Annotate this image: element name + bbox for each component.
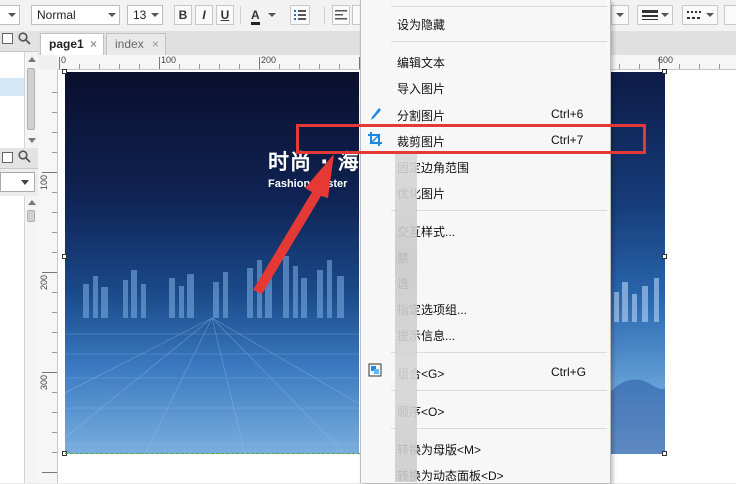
ruler-label: 200 xyxy=(261,55,277,65)
menu-item-edit-text[interactable]: 编辑文本 xyxy=(397,54,445,71)
annotation-arrow-icon xyxy=(253,154,334,294)
chevron-down-icon xyxy=(21,180,29,185)
bullet-list-button[interactable] xyxy=(290,5,310,25)
tab-label: page1 xyxy=(49,37,84,51)
menu-divider xyxy=(391,390,607,391)
style-dropdown[interactable] xyxy=(0,5,20,25)
menu-divider xyxy=(391,352,607,353)
search-icon[interactable] xyxy=(18,150,31,166)
menu-divider xyxy=(391,6,607,7)
toolbar-divider xyxy=(324,6,325,24)
resize-handle[interactable] xyxy=(62,254,67,259)
page-list-scrollbar[interactable] xyxy=(24,52,38,148)
font-color-button[interactable]: A xyxy=(246,5,280,25)
ruler-corner xyxy=(38,55,58,70)
menu-item-import-image[interactable]: 导入图片 xyxy=(397,80,445,97)
ruler-label: 200 xyxy=(39,274,49,290)
vertical-ruler: 100 200 300 xyxy=(38,69,58,483)
widget-list[interactable] xyxy=(0,196,24,483)
ruler-label: 600 xyxy=(658,55,674,65)
ruler-label: 100 xyxy=(39,174,49,190)
resize-handle[interactable] xyxy=(662,254,667,259)
page-list[interactable] xyxy=(0,52,24,148)
menu-divider xyxy=(391,210,607,211)
align-left-button[interactable] xyxy=(332,5,350,25)
group-icon xyxy=(368,363,382,380)
resize-handle[interactable] xyxy=(62,69,67,74)
menu-item-slice-image[interactable]: 分割图片 xyxy=(397,107,445,124)
shortcut-label: Ctrl+G xyxy=(551,365,587,379)
search-icon[interactable] xyxy=(18,32,31,48)
menu-divider xyxy=(391,41,607,42)
menu-item-hide[interactable]: 设为隐藏 xyxy=(397,16,445,33)
line-style-button[interactable] xyxy=(637,5,673,25)
context-menu: 设为隐藏 编辑文本 导入图片 分割图片 Ctrl+6 裁剪图片 Ctrl+7 固… xyxy=(360,0,611,483)
font-size-dropdown[interactable]: 13 xyxy=(127,5,163,25)
line-pattern-button[interactable] xyxy=(682,5,718,25)
toolbar-divider xyxy=(240,6,241,24)
dash-pattern-icon xyxy=(687,11,701,19)
redaction-blur xyxy=(395,152,417,482)
selected-page-row[interactable] xyxy=(0,78,24,96)
bold-button[interactable]: B xyxy=(174,5,192,25)
left-panel xyxy=(0,31,39,483)
add-library-icon[interactable] xyxy=(2,152,13,163)
ruler-label: 100 xyxy=(161,55,177,65)
add-page-icon[interactable] xyxy=(2,33,13,44)
close-icon[interactable]: × xyxy=(90,34,97,54)
font-style-value: Normal xyxy=(37,8,76,22)
italic-button[interactable]: I xyxy=(195,5,213,25)
tab-page1[interactable]: page1 × xyxy=(40,33,104,55)
more-button[interactable] xyxy=(724,5,736,25)
widgets-panel-header xyxy=(0,148,38,169)
line-style-icon xyxy=(642,10,658,20)
close-icon[interactable]: × xyxy=(152,34,159,54)
menu-divider xyxy=(391,428,607,429)
font-style-dropdown[interactable]: Normal xyxy=(31,5,120,25)
font-size-value: 13 xyxy=(133,8,147,22)
resize-handle[interactable] xyxy=(662,451,667,456)
tab-label: index xyxy=(115,37,144,51)
slice-image-icon xyxy=(370,107,382,124)
resize-handle[interactable] xyxy=(662,69,667,74)
ruler-label: 300 xyxy=(39,374,49,390)
tab-index[interactable]: index × xyxy=(106,33,166,55)
selection-border xyxy=(65,453,365,455)
underline-button[interactable]: U xyxy=(216,5,234,25)
widget-list-scrollbar[interactable] xyxy=(24,196,38,483)
library-dropdown[interactable] xyxy=(0,172,35,192)
pages-panel-header xyxy=(0,31,38,52)
ruler-label: 0 xyxy=(61,55,67,65)
align-center-button[interactable] xyxy=(352,5,360,25)
bullet-list-icon xyxy=(294,10,306,20)
shortcut-label: Ctrl+6 xyxy=(551,107,584,121)
line-weight-button[interactable] xyxy=(611,5,629,25)
font-color-label: A xyxy=(251,8,260,25)
align-left-icon xyxy=(335,10,347,20)
